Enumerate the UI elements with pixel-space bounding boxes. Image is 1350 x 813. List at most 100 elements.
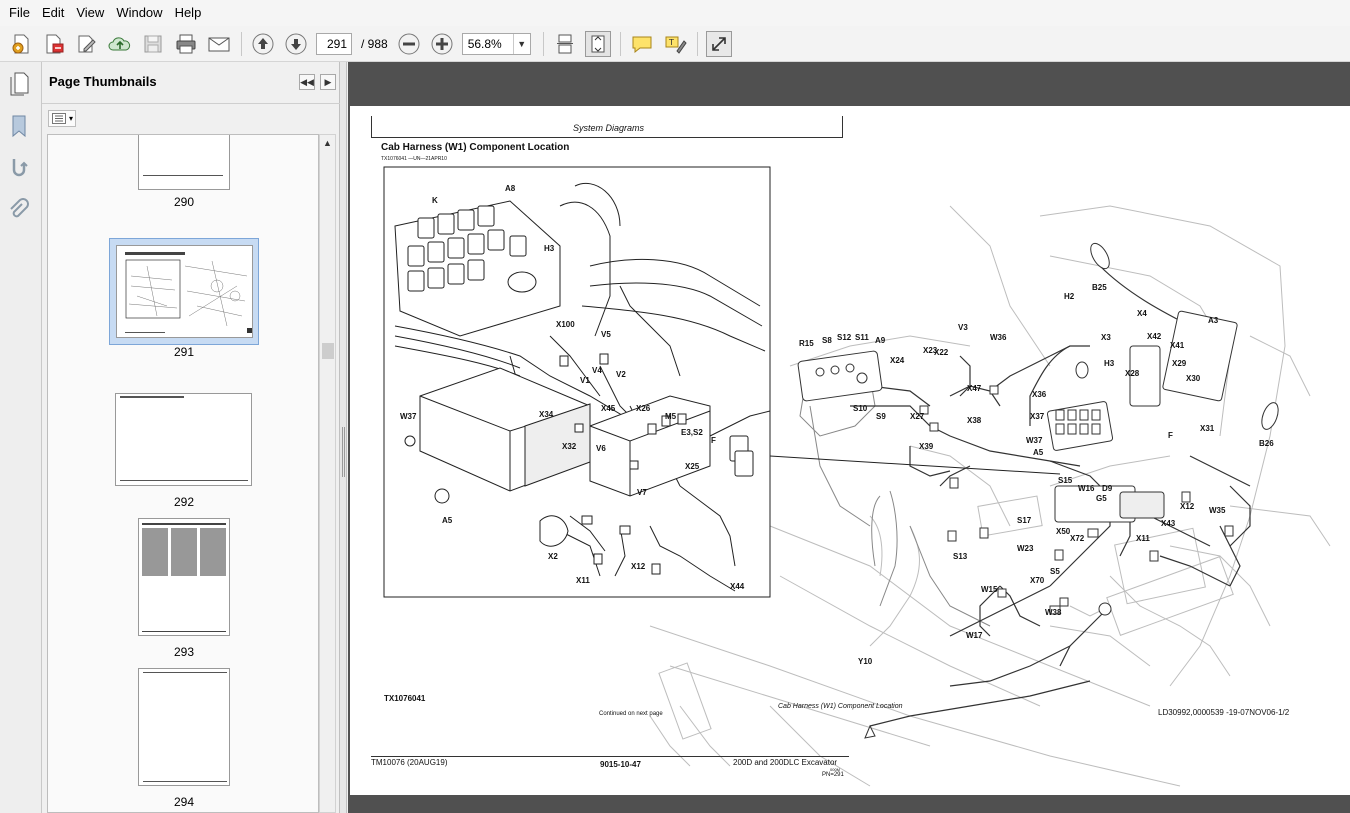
menu-edit[interactable]: Edit (36, 0, 70, 26)
callout-main: X3 (1101, 333, 1111, 342)
scroll-mode-button[interactable] (552, 31, 578, 57)
callout-main: W37 (1026, 436, 1043, 445)
callout-main: G5 (1096, 494, 1107, 503)
callout-main: X36 (1032, 390, 1047, 399)
highlight-button[interactable]: T (662, 31, 688, 57)
menu-window[interactable]: Window (110, 0, 168, 26)
callout-main: X47 (967, 384, 982, 393)
callout-main: X37 (1030, 412, 1045, 421)
zoom-in-button[interactable] (429, 31, 455, 57)
thumbnail-page-291[interactable] (116, 245, 253, 338)
callout-main: X12 (1180, 502, 1195, 511)
print-button[interactable] (173, 31, 199, 57)
signatures-button[interactable] (5, 154, 33, 182)
thumbnails-scrollbar[interactable]: ▲ (319, 134, 336, 813)
zoom-select[interactable]: 56.8% ▼ (461, 32, 531, 55)
continued-note: Continued on next page (599, 711, 663, 717)
footer-center: 9015-10-47 (600, 760, 641, 769)
save-button[interactable] (140, 31, 166, 57)
callout-inset: K (432, 196, 438, 205)
callout-inset: A8 (505, 184, 516, 193)
callout-inset: X12 (631, 562, 646, 571)
bookmarks-button[interactable] (5, 112, 33, 140)
callout-main: A5 (1033, 448, 1044, 457)
panel-arrow-button[interactable]: ▶ (320, 74, 336, 90)
document-reference: LD30992,0000539 -19-07NOV06-1/2 (1158, 708, 1290, 717)
export-pdf-button[interactable] (41, 31, 67, 57)
callout-main: X22 (934, 348, 949, 357)
callout-inset: V2 (616, 370, 626, 379)
callout-main: X27 (910, 412, 925, 421)
attachments-button[interactable] (5, 196, 33, 224)
callout-main: S15 (1058, 476, 1073, 485)
callout-inset: V4 (592, 366, 602, 375)
callout-inset: M5 (665, 412, 677, 421)
relay-block (1046, 401, 1114, 451)
arrow-down-icon (285, 33, 307, 54)
menu-help[interactable]: Help (169, 0, 208, 26)
callout-main: W17 (966, 631, 983, 640)
double-chevron-left-icon: ◀◀ (300, 76, 314, 87)
pdf-page: System Diagrams Cab Harness (W1) Compone… (350, 106, 1350, 795)
scrolling-pages-icon (556, 34, 573, 53)
page-number-input[interactable]: 291 (316, 32, 352, 55)
panel-splitter[interactable] (340, 62, 347, 813)
callout-main: X29 (1172, 359, 1187, 368)
edit-pdf-button[interactable] (74, 31, 100, 57)
document-view[interactable]: System Diagrams Cab Harness (W1) Compone… (348, 62, 1350, 813)
callout-inset: E3,S2 (681, 428, 703, 437)
page-thumbnails-button[interactable] (5, 70, 33, 98)
callout-inset: V7 (637, 488, 647, 497)
menu-view[interactable]: View (70, 0, 110, 26)
email-icon (208, 37, 230, 51)
expand-icon (711, 36, 726, 51)
menu-bar: File Edit View Window Help (0, 0, 1350, 26)
callout-main: W36 (990, 333, 1007, 342)
thumbnail-label: 294 (173, 795, 195, 809)
thumbnail-page-293[interactable] (138, 518, 230, 636)
callout-main: F (1168, 431, 1173, 440)
next-page-button[interactable] (283, 31, 309, 57)
thumbnail-page-294[interactable] (138, 668, 230, 786)
toolbar-separator (696, 31, 698, 56)
callout-main: W15 (981, 585, 998, 594)
full-screen-button[interactable] (705, 30, 732, 57)
callout-inset: X100 (556, 320, 575, 329)
thumbnail-page-292[interactable] (115, 393, 252, 486)
create-pdf-button[interactable] (8, 31, 34, 57)
callout-main: S8 (822, 336, 832, 345)
email-button[interactable] (206, 31, 232, 57)
page-number-footer: PN=291 (822, 772, 844, 778)
pages-icon (10, 72, 29, 96)
thumbnail-label: 291 (173, 345, 195, 359)
thumbnails-list[interactable]: 290 291 292 293 294 (47, 134, 319, 813)
panel-title: Page Thumbnails (49, 74, 157, 89)
callout-main: X72 (1070, 534, 1085, 543)
fit-page-button[interactable] (584, 30, 611, 57)
menu-file[interactable]: File (3, 0, 36, 26)
cloud-upload-button[interactable] (107, 31, 133, 57)
callout-main: X30 (1186, 374, 1201, 383)
cloud-upload-icon (108, 36, 131, 50)
thumbnail-page-290[interactable] (138, 135, 230, 190)
page-total: / 988 (361, 36, 388, 51)
scroll-up-arrow-icon[interactable]: ▲ (323, 138, 332, 148)
zoom-out-button[interactable] (396, 31, 422, 57)
callout-main: V3 (958, 323, 968, 332)
callout-inset: V1 (580, 376, 590, 385)
callout-inset: W37 (400, 412, 417, 421)
thumbnail-options-button[interactable]: ▾ (48, 110, 76, 127)
zoom-in-icon (431, 33, 453, 54)
callout-inset: X32 (562, 442, 577, 451)
callout-main: X39 (919, 442, 934, 451)
callout-main: W38 (1045, 608, 1062, 617)
callout-main: X4 (1137, 309, 1147, 318)
figure-id: TX1076041 (384, 694, 426, 703)
navigation-pane-strip (0, 62, 42, 813)
switch-panel (797, 350, 883, 402)
scrollbar-thumb[interactable] (322, 343, 334, 359)
collapse-panel-button[interactable]: ◀◀ (299, 74, 315, 90)
previous-page-button[interactable] (250, 31, 276, 57)
chevron-down-icon[interactable]: ▼ (512, 33, 530, 54)
comment-button[interactable] (629, 31, 655, 57)
